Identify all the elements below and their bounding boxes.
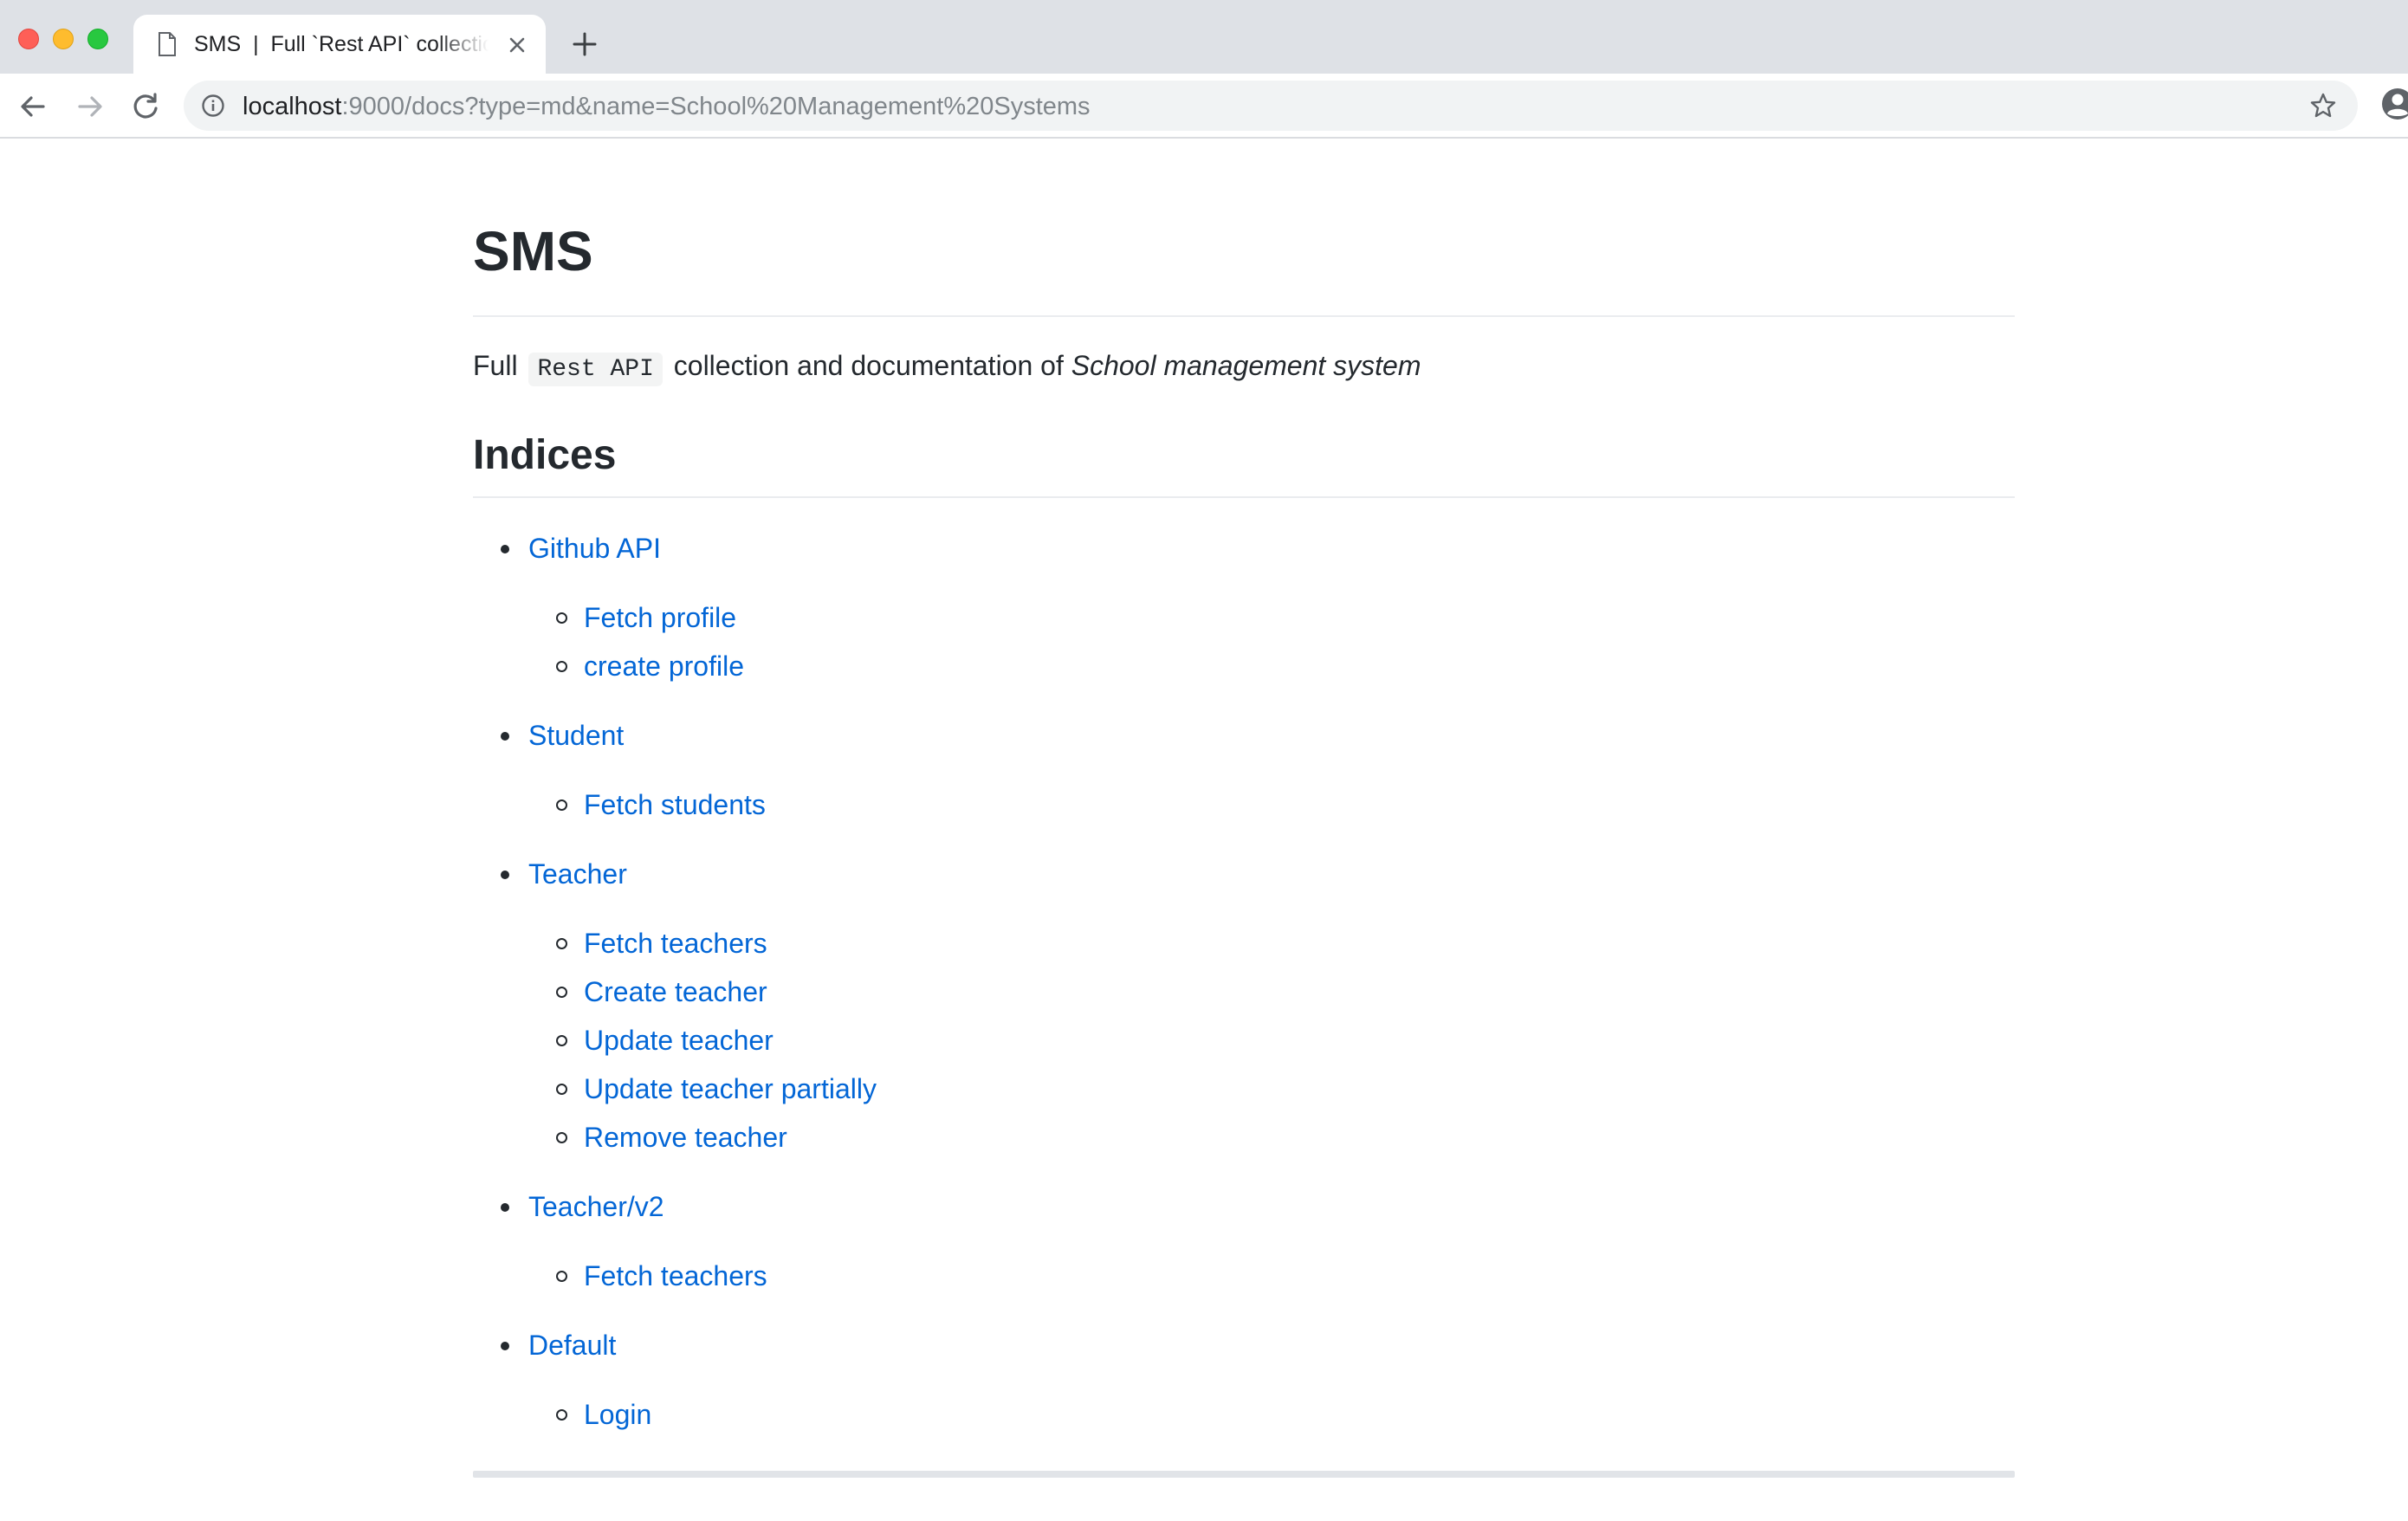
index-section: Teacher Fetch teachers Create teacher Up… xyxy=(473,857,2015,1155)
list-item: Login xyxy=(528,1397,2015,1432)
address-bar[interactable]: localhost:9000/docs?type=md&name=School%… xyxy=(184,81,2358,131)
info-icon[interactable] xyxy=(201,94,225,118)
index-section: Student Fetch students xyxy=(473,718,2015,822)
circle-bullet xyxy=(556,799,567,811)
markdown-body: SMS Full Rest API collection and documen… xyxy=(473,217,2015,1466)
url-path: :9000/docs?type=md&name=School%20Managem… xyxy=(341,93,1091,120)
list-item: Remove teacher xyxy=(528,1120,2015,1155)
index-section: Teacher/v2 Fetch teachers xyxy=(473,1189,2015,1293)
circle-bullet xyxy=(556,1271,567,1282)
close-tab-icon[interactable] xyxy=(506,34,528,56)
profile-avatar-icon[interactable] xyxy=(2380,87,2408,121)
circle-bullet xyxy=(556,1035,567,1046)
link-update-teacher[interactable]: Update teacher xyxy=(584,1025,774,1056)
close-window-button[interactable] xyxy=(18,29,39,49)
circle-bullet xyxy=(556,1409,567,1421)
link-fetch-teachers[interactable]: Fetch teachers xyxy=(584,928,767,959)
reload-icon[interactable] xyxy=(128,89,163,124)
maximize-window-button[interactable] xyxy=(87,29,108,49)
list-item: create profile xyxy=(528,649,2015,683)
subsection-list: Fetch teachers Create teacher Update tea… xyxy=(528,926,2015,1155)
page-title: SMS xyxy=(473,217,2015,317)
document-icon xyxy=(159,32,176,56)
description-middle: collection and documentation of xyxy=(673,350,1064,381)
disc-bullet xyxy=(501,545,509,553)
circle-bullet xyxy=(556,661,567,672)
circle-bullet xyxy=(556,938,567,949)
back-arrow-icon[interactable] xyxy=(16,89,50,124)
section-link-teacher-v2[interactable]: Teacher/v2 xyxy=(528,1191,664,1222)
minimize-window-button[interactable] xyxy=(53,29,74,49)
link-remove-teacher[interactable]: Remove teacher xyxy=(584,1122,787,1153)
indices-list: Github API Fetch profile create profile … xyxy=(473,531,2015,1432)
horizontal-rule xyxy=(473,1471,2015,1478)
list-item: Fetch profile xyxy=(528,600,2015,635)
link-fetch-teachers-v2[interactable]: Fetch teachers xyxy=(584,1260,767,1291)
list-item: Fetch teachers xyxy=(528,926,2015,961)
link-fetch-students[interactable]: Fetch students xyxy=(584,789,766,820)
circle-bullet xyxy=(556,987,567,998)
browser-tab[interactable]: SMS | Full `Rest API` collection and doc… xyxy=(133,15,546,74)
subsection-list: Fetch teachers xyxy=(528,1259,2015,1293)
description-emphasis: School management system xyxy=(1071,350,1421,381)
list-item: Create teacher xyxy=(528,974,2015,1009)
url-text[interactable]: localhost:9000/docs?type=md&name=School%… xyxy=(243,93,1091,121)
link-update-teacher-partially[interactable]: Update teacher partially xyxy=(584,1073,877,1104)
section-link-teacher[interactable]: Teacher xyxy=(528,858,627,890)
section-link-student[interactable]: Student xyxy=(528,720,624,751)
list-item: Update teacher xyxy=(528,1023,2015,1058)
page-description: Full Rest API collection and documentati… xyxy=(473,346,2015,389)
disc-bullet xyxy=(501,732,509,741)
url-host: localhost xyxy=(243,93,342,120)
circle-bullet xyxy=(556,1084,567,1095)
disc-bullet xyxy=(501,1342,509,1350)
disc-bullet xyxy=(501,871,509,879)
disc-bullet xyxy=(501,1203,509,1212)
circle-bullet xyxy=(556,1132,567,1143)
new-tab-icon[interactable] xyxy=(572,31,598,57)
link-fetch-profile[interactable]: Fetch profile xyxy=(584,602,736,633)
index-section: Default Login xyxy=(473,1328,2015,1432)
description-prefix: Full xyxy=(473,350,518,381)
forward-arrow-icon[interactable] xyxy=(73,89,107,124)
subsection-list: Login xyxy=(528,1397,2015,1432)
index-section: Github API Fetch profile create profile xyxy=(473,531,2015,683)
browser-toolbar: localhost:9000/docs?type=md&name=School%… xyxy=(0,74,2408,139)
link-login[interactable]: Login xyxy=(584,1399,651,1430)
link-create-teacher[interactable]: Create teacher xyxy=(584,976,767,1007)
indices-heading: Indices xyxy=(473,430,2015,498)
subsection-list: Fetch students xyxy=(528,787,2015,822)
link-create-profile[interactable]: create profile xyxy=(584,650,744,682)
list-item: Update teacher partially xyxy=(528,1071,2015,1106)
section-link-default[interactable]: Default xyxy=(528,1330,616,1361)
inline-code: Rest API xyxy=(528,353,663,386)
bookmark-star-icon[interactable] xyxy=(2309,92,2337,120)
subsection-list: Fetch profile create profile xyxy=(528,600,2015,683)
list-item: Fetch teachers xyxy=(528,1259,2015,1293)
list-item: Fetch students xyxy=(528,787,2015,822)
section-link-github-api[interactable]: Github API xyxy=(528,533,661,564)
browser-tab-bar: SMS | Full `Rest API` collection and doc… xyxy=(0,0,2408,74)
tab-title: SMS | Full `Rest API` collection and doc… xyxy=(194,32,489,56)
circle-bullet xyxy=(556,612,567,624)
